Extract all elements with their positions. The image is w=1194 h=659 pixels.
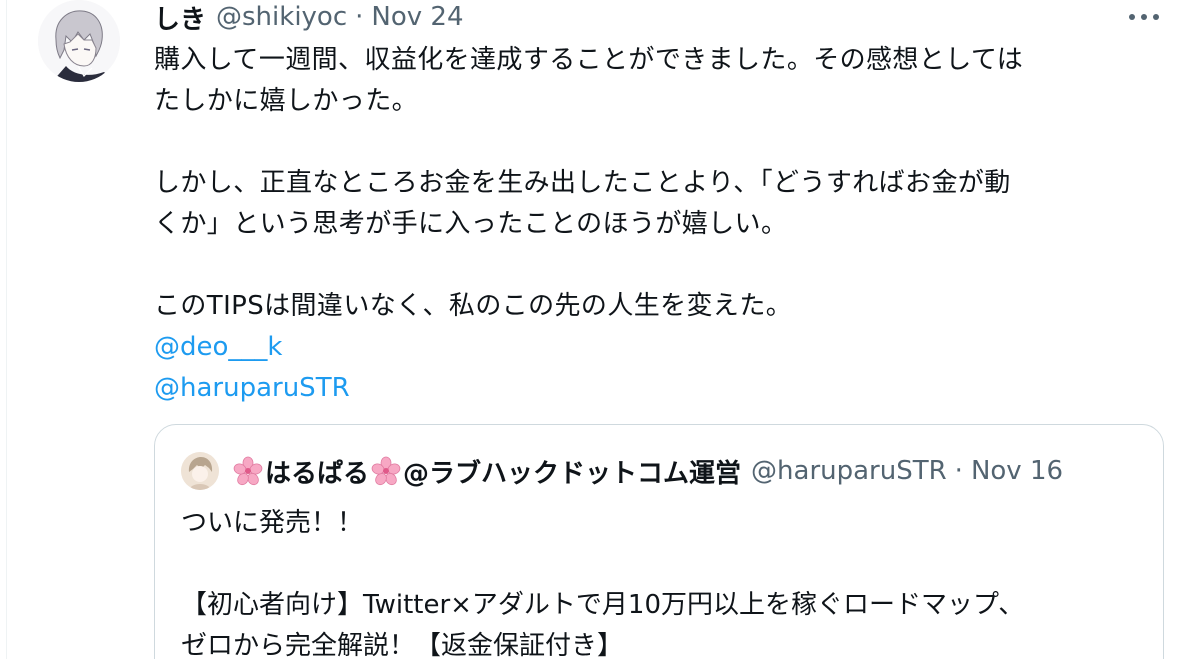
tweet-text: 購入して一週間、収益化を達成することができました。その感想としては たしかに嬉し… (154, 40, 1164, 409)
quoted-text-line: 【初心者向け】Twitter×アダルトで月10万円以上を稼ぐロードマップ、 (181, 590, 1025, 620)
tweet-text-line: たしかに嬉しかった。 (154, 86, 419, 116)
separator-dot: · (355, 2, 364, 32)
quoted-text-line: ついに発売！！ (181, 508, 364, 538)
quoted-tweet-text: ついに発売！！ 【初心者向け】Twitter×アダルトで月10万円以上を稼ぐロー… (181, 503, 1141, 659)
anime-avatar-icon (181, 452, 219, 490)
cherry-blossom-icon (233, 456, 263, 486)
quoted-tweet-date[interactable]: Nov 16 (971, 456, 1063, 486)
quoted-name-suffix: @ラブハックドットコム運営 (403, 458, 742, 489)
more-options-button[interactable] (1124, 0, 1164, 34)
separator-dot: · (954, 456, 963, 486)
mention-link-deo[interactable]: @deo___k (154, 327, 1164, 368)
quoted-display-name[interactable]: はるぱる @ラブハックドットコム運営 (231, 453, 741, 490)
tweet-date[interactable]: Nov 24 (371, 2, 463, 32)
quoted-tweet-card[interactable]: はるぱる @ラブハックドットコム運営 @haruparuSTR · Nov 16 (154, 424, 1164, 659)
tweet-text-line: 購入して一週間、収益化を達成することができました。その感想としては (154, 45, 1024, 75)
quoted-name-text: はるぱる (265, 458, 370, 489)
avatar[interactable] (38, 0, 120, 82)
mention-link-haruparu[interactable]: @haruparuSTR (154, 368, 1164, 409)
tweet-text-line: このTIPSは間違いなく、私のこの先の人生を変えた。 (154, 291, 793, 321)
more-horizontal-icon (1129, 14, 1159, 20)
user-handle[interactable]: @shikiyoc (216, 2, 347, 32)
quoted-avatar[interactable] (181, 452, 219, 490)
cherry-blossom-icon (371, 456, 401, 486)
tweet-text-line: しかし、正直なところお金を生み出したことより、「どうすればお金が動 (154, 168, 1011, 198)
quoted-text-line: ゼロから完全解説！【返金保証付き】 (181, 631, 624, 659)
quoted-tweet-header: はるぱる @ラブハックドットコム運営 @haruparuSTR · Nov 16 (181, 451, 1063, 491)
quoted-user-handle[interactable]: @haruparuSTR (751, 456, 947, 486)
tweet-page: しき @shikiyoc · Nov 24 購入して一週間、収益化を達成すること… (0, 0, 1194, 659)
tweet-header: しき @shikiyoc · Nov 24 (154, 0, 464, 36)
display-name[interactable]: しき (154, 0, 206, 36)
anime-avatar-icon (38, 0, 120, 82)
timeline-divider (6, 0, 7, 659)
tweet-text-line: くか」という思考が手に入ったことのほうが嬉しい。 (154, 209, 788, 239)
